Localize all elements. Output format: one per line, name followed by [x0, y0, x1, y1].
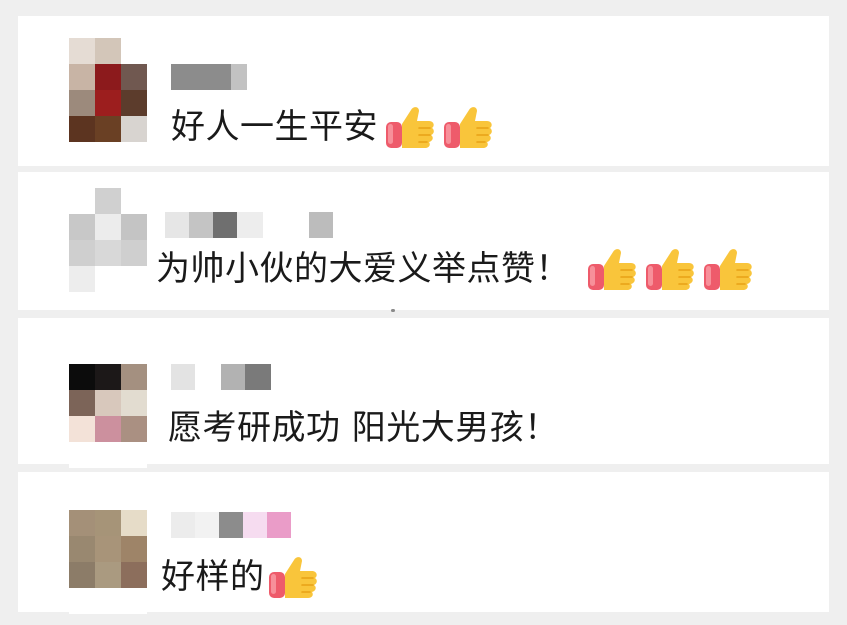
- username-mosaic-block: [267, 512, 291, 538]
- avatar-mosaic-cell: [69, 510, 95, 536]
- username-mosaic-block: [189, 212, 213, 238]
- username-mosaic-block: [195, 364, 221, 390]
- avatar-mosaic-cell: [95, 562, 121, 588]
- thumbs-up-icon: [586, 244, 638, 294]
- separator-dot: [391, 309, 395, 312]
- avatar-mosaic-cell: [95, 510, 121, 536]
- username-mosaic-block: [237, 212, 263, 238]
- thumbs-group: [267, 552, 319, 602]
- thumbs-up-icon: [644, 244, 696, 294]
- username-mosaic-block: [243, 512, 267, 538]
- avatar-mosaic-cell: [95, 214, 121, 240]
- avatar-mosaic-cell: [121, 562, 147, 588]
- avatar-mosaic-cell: [121, 240, 147, 266]
- avatar-mosaic-cell: [95, 536, 121, 562]
- username-mosaic-block: [221, 364, 245, 390]
- avatar-mosaic-cell: [95, 390, 121, 416]
- username-mosaic-block: [195, 512, 219, 538]
- avatar-mosaic-cell: [95, 240, 121, 266]
- comment-card[interactable]: 好样的: [18, 472, 829, 614]
- thumbs-up-icon: [267, 552, 319, 602]
- avatar-mosaic-cell: [69, 38, 95, 64]
- thumbs-group: [586, 244, 754, 294]
- avatar-mosaic-cell: [69, 390, 95, 416]
- comment-card[interactable]: 好人一生平安: [18, 16, 829, 166]
- avatar-mosaic-cell: [121, 266, 147, 292]
- avatar-mosaic-cell: [121, 38, 147, 64]
- username-mosaic-block: [231, 64, 247, 90]
- username-mosaic-block: [171, 512, 195, 538]
- comment-text: 为帅小伙的大爱义举点赞！: [156, 249, 570, 289]
- avatar-mosaic-cell: [95, 442, 121, 468]
- username-mosaic-block: [171, 64, 231, 90]
- avatar-mosaic-cell: [69, 588, 95, 614]
- avatar-mosaic-cell: [121, 364, 147, 390]
- username-mosaic-block: [245, 364, 271, 390]
- avatar-mosaic-cell: [121, 588, 147, 614]
- avatar-mosaic-cell: [69, 240, 95, 266]
- avatar-mosaic-cell: [69, 442, 95, 468]
- username-mosaic-block: [213, 212, 237, 238]
- avatar-mosaic-cell: [69, 90, 95, 116]
- avatar-mosaic-cell: [121, 90, 147, 116]
- username-blurred[interactable]: [165, 212, 333, 238]
- thumbs-group: [384, 102, 494, 152]
- avatar-mosaic-cell: [121, 510, 147, 536]
- username-blurred[interactable]: [171, 364, 271, 390]
- username-mosaic-block: [263, 212, 309, 238]
- avatar-mosaic-cell: [95, 188, 121, 214]
- avatar-mosaic-cell: [69, 214, 95, 240]
- avatar-mosaic-cell: [69, 188, 95, 214]
- avatar-mosaic-cell: [69, 536, 95, 562]
- thumbs-up-icon: [702, 244, 754, 294]
- comment-text-row: 好样的: [161, 552, 319, 602]
- avatar-mosaic-cell: [69, 116, 95, 142]
- avatar-mosaic-cell: [95, 38, 121, 64]
- avatar-mosaic-cell: [121, 214, 147, 240]
- avatar[interactable]: [69, 188, 147, 292]
- avatar-mosaic-cell: [95, 64, 121, 90]
- comment-feed: 好人一生平安 为帅小伙的大爱义举点赞！ 愿考研成功 阳光大男孩！ 好样的: [0, 0, 847, 625]
- username-mosaic-block: [171, 364, 195, 390]
- avatar-mosaic-cell: [95, 416, 121, 442]
- avatar-mosaic-cell: [121, 536, 147, 562]
- avatar-mosaic-cell: [121, 116, 147, 142]
- avatar-mosaic-cell: [69, 416, 95, 442]
- thumbs-up-icon: [384, 102, 436, 152]
- username-blurred[interactable]: [171, 64, 247, 90]
- username-blurred[interactable]: [171, 512, 291, 538]
- comment-text: 好人一生平安: [171, 107, 378, 147]
- avatar-mosaic-cell: [121, 390, 147, 416]
- avatar-mosaic-cell: [95, 90, 121, 116]
- avatar[interactable]: [69, 364, 147, 468]
- avatar-mosaic-cell: [95, 588, 121, 614]
- avatar-mosaic-cell: [95, 116, 121, 142]
- comment-text: 愿考研成功 阳光大男孩！: [168, 408, 559, 448]
- avatar[interactable]: [69, 510, 147, 614]
- avatar-mosaic-cell: [95, 364, 121, 390]
- comment-text-row: 为帅小伙的大爱义举点赞！: [156, 244, 754, 294]
- avatar-mosaic-cell: [69, 266, 95, 292]
- comment-text-row: 愿考研成功 阳光大男孩！: [168, 406, 559, 450]
- comment-text-row: 好人一生平安: [171, 102, 494, 152]
- comment-text: 好样的: [161, 557, 265, 597]
- username-mosaic-block: [219, 512, 243, 538]
- avatar-mosaic-cell: [69, 562, 95, 588]
- comment-card[interactable]: 为帅小伙的大爱义举点赞！: [18, 172, 829, 310]
- comment-card[interactable]: 愿考研成功 阳光大男孩！: [18, 318, 829, 468]
- avatar-mosaic-cell: [121, 416, 147, 442]
- avatar-mosaic-cell: [121, 442, 147, 468]
- avatar-mosaic-cell: [121, 188, 147, 214]
- username-mosaic-block: [165, 212, 189, 238]
- avatar[interactable]: [69, 38, 147, 142]
- avatar-mosaic-cell: [69, 364, 95, 390]
- avatar-mosaic-cell: [69, 64, 95, 90]
- avatar-mosaic-cell: [121, 64, 147, 90]
- avatar-mosaic-cell: [95, 266, 121, 292]
- thumbs-up-icon: [442, 102, 494, 152]
- username-mosaic-block: [309, 212, 333, 238]
